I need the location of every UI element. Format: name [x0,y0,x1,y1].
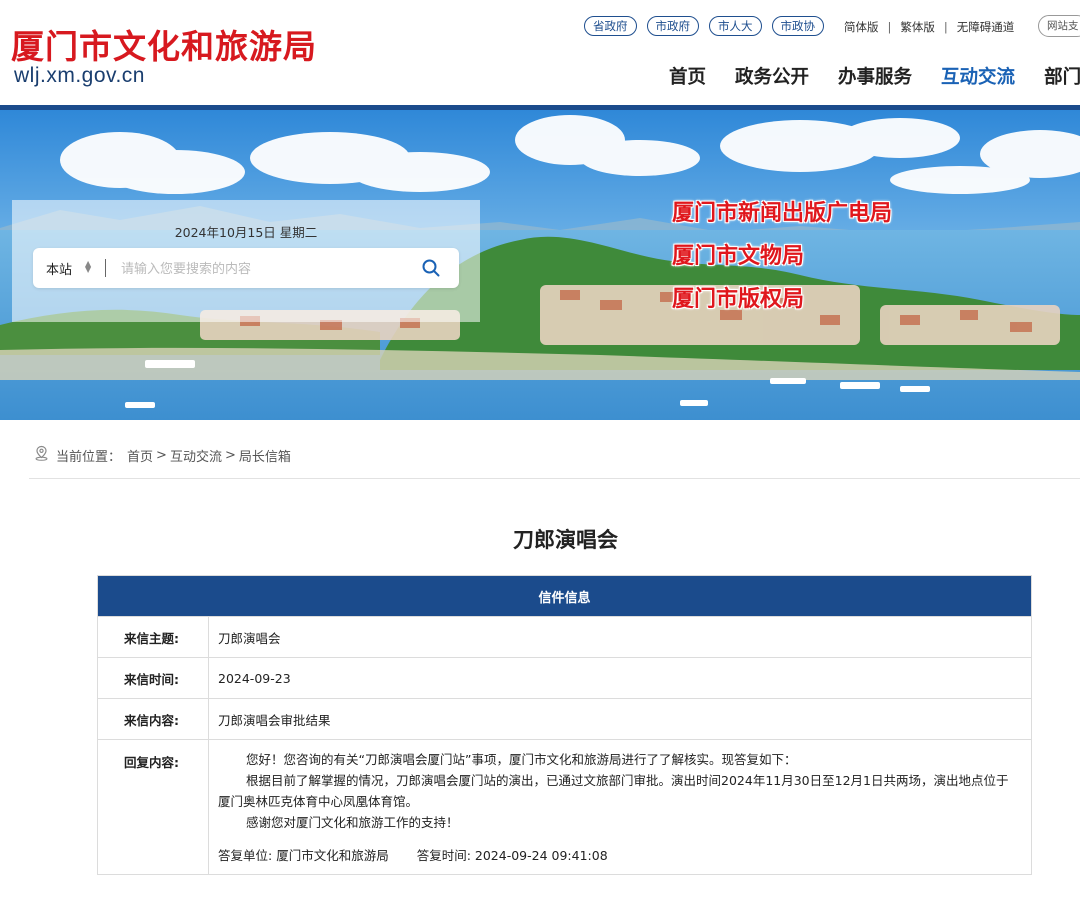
reply-time: 2024-09-24 09:41:08 [474,848,608,863]
main-nav: 首页 政务公开 办事服务 互动交流 部门 [669,63,1080,111]
search-box: 本站 ▲ ▼ [33,248,459,288]
breadcrumb-separator: > [224,447,236,463]
content-value: 刀郎演唱会审批结果 [208,698,1032,740]
reply-label: 回复内容: [97,739,209,875]
date-label: 来信时间: [97,657,209,699]
gov-link-city[interactable]: 市政府 [646,16,699,36]
breadcrumb-divider [29,478,1080,479]
nav-gov-affairs[interactable]: 政务公开 [735,63,809,89]
gov-link-congress[interactable]: 市人大 [709,16,762,36]
subject-value: 刀郎演唱会 [208,616,1032,658]
search-panel: 2024年10月15日 星期二 本站 ▲ ▼ [12,200,480,322]
reply-paragraph: 感谢您对厦门文化和旅游工作的支持！ [246,815,459,830]
subject-label: 来信主题: [97,616,209,658]
letter-info-table: 信件信息 来信主题: 刀郎演唱会 来信时间: 2024-09-23 来信内容: … [97,575,1032,875]
banner: 2024年10月15日 星期二 本站 ▲▼ 厦门市新闻出版广电局 厦门市文物局 … [0,110,1080,420]
nav-services[interactable]: 办事服务 [838,63,912,89]
reply-paragraph: 根据目前了解掌握的情况，刀郎演唱会厦门站的演出，已通过文旅部门审批。演出时间20… [218,773,1009,809]
content-label: 来信内容: [97,698,209,740]
agency-names: 厦门市新闻出版广电局 厦门市文物局 厦门市版权局 [672,198,892,327]
reply-unit: 厦门市文化和旅游局 [276,848,389,863]
traditional-chinese-link[interactable]: 繁体版 [900,19,935,35]
location-pin-icon [34,445,49,465]
table-row: 来信内容: 刀郎演唱会审批结果 [97,698,1032,740]
nav-departments[interactable]: 部门 [1044,63,1080,89]
gov-link-province[interactable]: 省政府 [584,16,637,36]
gov-links: 省政府 市政府 市人大 市政协 [584,16,824,36]
agency-name-relics: 厦门市文物局 [672,243,805,269]
breadcrumb-separator: > [156,447,167,463]
letter-title: 刀郎演唱会 [513,528,618,552]
site-header: 厦门市文化和旅游局 wlj.xm.gov.cn 省政府 市政府 市人大 市政协 … [0,0,1080,111]
breadcrumb-interaction[interactable]: 互动交流 [170,446,222,465]
table-row: 回复内容: 您好！您咨询的有关“刀郎演唱会厦门站”事项，厦门市文化和旅游局进行了… [97,739,1032,875]
table-row: 来信时间: 2024-09-23 [97,657,1032,699]
breadcrumb-prefix: 当前位置： [56,449,122,465]
breadcrumb-mailbox[interactable]: 局长信箱 [239,446,291,465]
accessibility-link[interactable]: 无障碍通道 [957,19,1015,35]
site-logo-url: wlj.xm.gov.cn [14,64,145,87]
reply-content: 您好！您咨询的有关“刀郎演唱会厦门站”事项，厦门市文化和旅游局进行了了解核实。现… [208,739,1032,875]
current-date: 2024年10月15日 星期二 [174,225,318,240]
breadcrumb-home[interactable]: 首页 [127,446,153,465]
nav-interaction[interactable]: 互动交流 [941,63,1016,111]
search-input[interactable] [119,256,413,282]
reply-footer: 答复单位: 厦门市文化和旅游局 答复时间: 2024-09-24 09:41:0… [218,845,1011,866]
nav-home[interactable]: 首页 [669,63,706,89]
reply-unit-label: 答复单位: [218,848,273,863]
reply-time-label: 答复时间: [416,848,471,863]
date-value: 2024-09-23 [208,657,1032,699]
breadcrumb: 当前位置： 首页 > 互动交流 > 局长信箱 [34,445,291,465]
site-group-button[interactable]: 网站支 [1038,15,1080,37]
search-divider [105,259,106,277]
reply-paragraph: 您好！您咨询的有关“刀郎演唱会厦门站”事项，厦门市文化和旅游局进行了了解核实。现… [246,752,797,767]
agency-name-copyright: 厦门市版权局 [672,286,805,312]
search-scope-select[interactable]: 本站 [46,259,72,278]
separator: | [887,20,892,34]
letter-info-header: 信件信息 [97,575,1032,617]
simplified-chinese-link[interactable]: 简体版 [844,19,879,35]
utility-links: 简体版 | 繁体版 | 无障碍通道 [844,19,1014,35]
separator: | [943,20,948,34]
gov-link-cppcc[interactable]: 市政协 [771,16,824,36]
scope-arrows-icon[interactable]: ▲ ▼ [85,260,91,274]
agency-name-press: 厦门市新闻出版广电局 [672,200,893,226]
table-row: 来信主题: 刀郎演唱会 [97,616,1032,658]
site-logo-title[interactable]: 厦门市文化和旅游局 [11,20,317,68]
